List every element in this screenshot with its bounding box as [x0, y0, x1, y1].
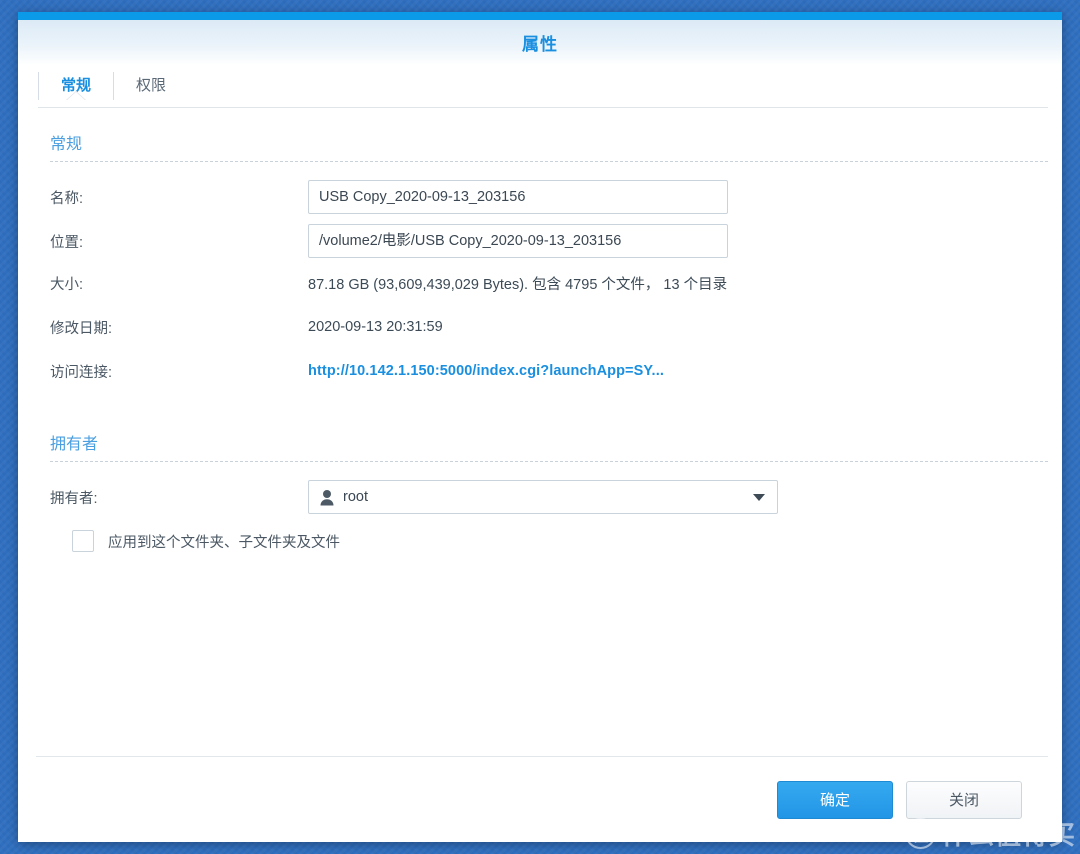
dialog-footer: 确定 关闭 — [36, 756, 1048, 842]
active-tab-caret-icon — [66, 92, 86, 101]
row-name: 名称: — [50, 180, 1048, 214]
owner-section-heading: 拥有者 — [50, 436, 99, 453]
row-modified-date: 修改日期: 2020-09-13 20:31:59 — [50, 312, 1048, 342]
general-section-heading: 常规 — [50, 136, 83, 153]
row-location: 位置: — [50, 224, 1048, 258]
owner-section-divider — [50, 461, 1048, 462]
dialog-content: 常规 名称: 位置: 大小: 87.18 GB (93,609,439,029 … — [18, 108, 1062, 756]
name-input[interactable] — [308, 180, 728, 214]
close-button[interactable]: 关闭 — [906, 780, 1022, 819]
dialog-accent-strip — [18, 12, 1062, 20]
apply-recursive-label[interactable]: 应用到这个文件夹、子文件夹及文件 — [108, 531, 340, 552]
tab-permissions[interactable]: 权限 — [113, 72, 188, 100]
location-label: 位置: — [50, 234, 84, 251]
access-link-label: 访问连接: — [50, 364, 113, 381]
tab-bar: 常规 权限 — [18, 64, 1062, 108]
tab-general[interactable]: 常规 — [38, 72, 113, 101]
dialog-title-bar: 属性 — [18, 20, 1062, 64]
properties-dialog: 属性 常规 权限 常规 名称: 位置: 大小: 87.18 GB (93,609… — [18, 12, 1062, 842]
general-section-divider — [50, 161, 1048, 162]
user-icon — [319, 489, 335, 506]
owner-label: 拥有者: — [50, 490, 98, 507]
page-title: 属性 — [522, 34, 558, 54]
tab-permissions-label: 权限 — [136, 77, 167, 94]
modified-date-value: 2020-09-13 20:31:59 — [308, 319, 443, 335]
owner-select-value: root — [343, 489, 368, 505]
size-label: 大小: — [50, 276, 84, 293]
owner-select[interactable]: root — [308, 480, 778, 514]
size-value: 87.18 GB (93,609,439,029 Bytes). 包含 4795… — [308, 276, 728, 293]
name-label: 名称: — [50, 190, 84, 207]
modified-date-label: 修改日期: — [50, 320, 113, 337]
row-size: 大小: 87.18 GB (93,609,439,029 Bytes). 包含 … — [50, 268, 1048, 298]
chevron-down-icon — [753, 493, 765, 501]
row-owner: 拥有者: root — [50, 480, 1048, 514]
ok-button[interactable]: 确定 — [777, 780, 893, 819]
access-link[interactable]: http://10.142.1.150:5000/index.cgi?launc… — [308, 363, 664, 379]
apply-recursive-row: 应用到这个文件夹、子文件夹及文件 — [72, 530, 1048, 552]
apply-recursive-checkbox[interactable] — [72, 530, 94, 552]
row-access-link: 访问连接: http://10.142.1.150:5000/index.cgi… — [50, 356, 1048, 386]
location-input[interactable] — [308, 224, 728, 258]
